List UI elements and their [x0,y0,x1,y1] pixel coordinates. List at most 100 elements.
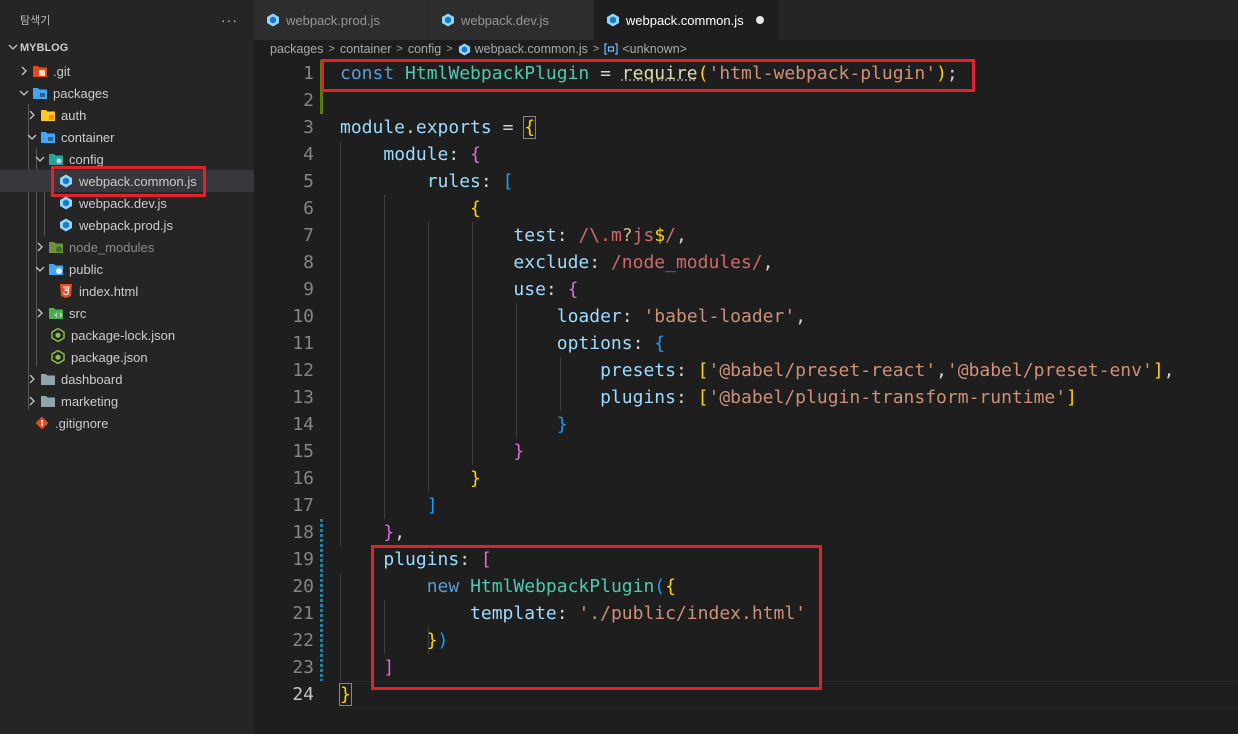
tree-item-index-html[interactable]: index.html [0,280,254,302]
tree-item-label: webpack.dev.js [79,195,167,211]
breadcrumb-item[interactable]: packages [270,42,324,56]
code-line-7[interactable]: test: /\.m?js$/, [340,222,686,249]
nodejs-icon [50,349,66,365]
code-token: module [383,144,449,165]
code-line-13[interactable]: plugins: ['@babel/plugin-transform-runti… [340,384,1077,411]
workspace-root-label: MYBLOG [20,42,69,54]
chevron-down-icon [32,261,48,277]
tree-item-label: package.json [71,349,148,365]
unsaved-dot-icon[interactable] [755,16,764,24]
tree-item-webpack-dev[interactable]: webpack.dev.js [0,192,254,214]
tree-item-container[interactable]: container [0,126,254,148]
code-line-14[interactable]: } [340,411,568,438]
line-number: 8 [303,252,314,273]
code-line-9[interactable]: use: { [340,276,578,303]
breadcrumb-item[interactable]: container [340,42,391,56]
tree-item-src[interactable]: src [0,302,254,324]
breadcrumb-item[interactable]: config [408,42,441,56]
code-token: ? [621,225,633,246]
folder-icon [40,371,56,387]
explorer-header: 탐색기 ··· [0,0,254,40]
breadcrumb-item[interactable]: webpack.common.js [475,42,588,56]
tab-webpack-dev[interactable]: webpack.dev.js [428,0,594,40]
tree-item-dashboard[interactable]: dashboard [0,368,254,390]
line-number: 11 [292,333,314,354]
code-token: 'babel-loader' [643,306,796,327]
line-number: 7 [303,225,314,246]
code-token: options [556,333,633,354]
code-line-5[interactable]: rules: [ [340,168,514,195]
line-number: 15 [292,441,314,462]
code-token: exclude [513,252,590,273]
breadcrumb-item[interactable]: <unknown> [622,42,687,56]
code-token: rules [426,171,481,192]
code-token: , [762,252,774,273]
code-token: : [621,306,644,327]
line-number: 3 [303,117,314,138]
code-line-16[interactable]: } [340,465,481,492]
tree-item-public[interactable]: public [0,258,254,280]
breadcrumb: packages > container > config > webpack.… [254,40,1238,58]
folder-icon [48,239,64,255]
line-number: 9 [303,279,314,300]
tree-item-git[interactable]: .git [0,60,254,82]
git-icon [34,415,50,431]
code-line-11[interactable]: options: { [340,330,665,357]
chevron-right-icon [32,305,48,321]
code-token: js [632,225,655,246]
nodejs-icon [50,327,66,343]
code-line-24[interactable]: } [339,681,352,708]
code-token: : [556,225,579,246]
tab-webpack-prod[interactable]: webpack.prod.js [254,0,429,40]
webpack-icon [441,13,455,27]
code-editor[interactable]: 1 2 3 4 5 6 7 8 9 10 11 12 13 14 15 16 1… [254,58,1238,734]
code-line-4[interactable]: module: { [340,141,481,168]
tree-item-auth[interactable]: auth [0,104,254,126]
tree-item-webpack-prod[interactable]: webpack.prod.js [0,214,254,236]
more-actions-icon[interactable]: ··· [221,12,238,28]
code-token: : [632,333,655,354]
tree-item-label: .gitignore [55,415,109,431]
workspace-root[interactable]: MYBLOG [0,39,254,57]
tree-item-label: node_modules [69,239,155,255]
tree-item-gitignore[interactable]: .gitignore [0,412,254,434]
folder-icon [32,85,48,101]
code-token: , [394,522,406,543]
tree-item-label: src [69,305,87,321]
chevron-right-icon: > [592,43,600,55]
line-number: 6 [303,198,314,219]
tree-item-packages[interactable]: packages [0,82,254,104]
tree-item-label: public [69,261,103,277]
code-token: /\.m [578,225,622,246]
symbol-variable-icon [604,43,618,55]
tree-item-marketing[interactable]: marketing [0,390,254,412]
editor-tab-bar: webpack.prod.js webpack.dev.js webpack.c… [254,0,1238,40]
tree-item-package-json[interactable]: package.json [0,346,254,368]
tab-label: webpack.dev.js [460,12,549,28]
code-token: '@babel/preset-react' [708,360,937,381]
code-line-17[interactable]: ] [340,492,438,519]
code-line-3[interactable]: module.exports = { [340,114,537,141]
code-line-15[interactable]: } [340,438,524,465]
code-token: = [491,117,525,138]
tab-label: webpack.common.js [625,12,744,28]
tree-item-label: marketing [61,393,119,409]
code-line-12[interactable]: presets: ['@babel/preset-react','@babel/… [340,357,1174,384]
src-folder-icon [48,305,64,321]
tree-item-node-modules[interactable]: node_modules [0,236,254,258]
tree-item-package-lock[interactable]: package-lock.json [0,324,254,346]
code-line-6[interactable]: { [340,195,481,222]
folder-icon [40,393,56,409]
chevron-right-icon [16,63,32,79]
tab-webpack-common[interactable]: webpack.common.js [593,0,779,40]
tab-label: webpack.prod.js [286,12,380,28]
code-line-10[interactable]: loader: 'babel-loader', [340,303,806,330]
code-token: exports [415,117,492,138]
config-folder-icon [48,151,64,167]
highlight-box-require [321,59,975,92]
code-line-8[interactable]: exclude: /node_modules/, [340,249,774,276]
webpack-icon [606,13,620,27]
chevron-down-icon [24,129,40,145]
line-number: 23 [292,657,314,678]
code-line-18[interactable]: }, [340,519,405,546]
